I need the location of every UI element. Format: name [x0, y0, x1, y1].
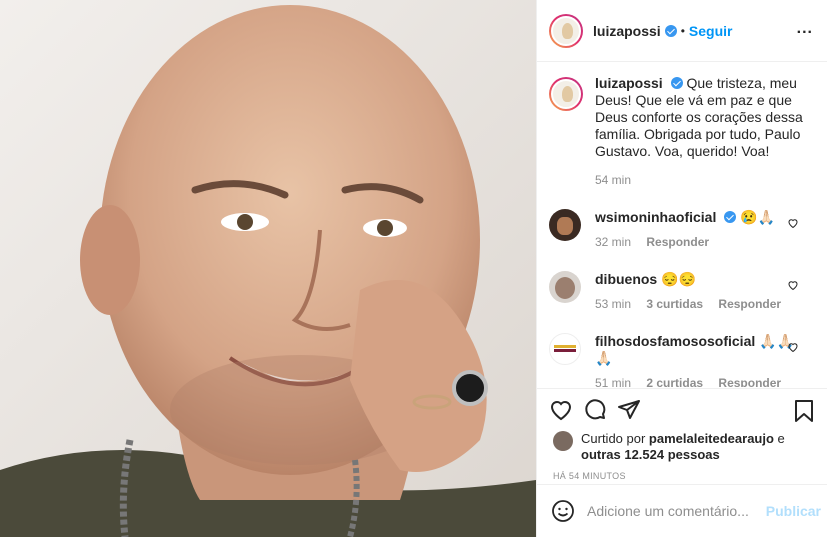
- bookmark-icon[interactable]: [793, 399, 815, 423]
- liker-avatar[interactable]: [553, 431, 573, 451]
- add-comment-bar: Publicar: [537, 484, 827, 536]
- post-timestamp[interactable]: HÁ 54 MINUTOS: [537, 471, 827, 481]
- comments-section[interactable]: luizapossi Que tristeza, meu Deus! Que e…: [537, 63, 827, 387]
- emoji-icon[interactable]: [551, 499, 575, 523]
- portrait-image: [0, 0, 536, 537]
- comment-time[interactable]: 32 min: [595, 235, 631, 249]
- separator-dot: •: [680, 23, 685, 38]
- commenter-username[interactable]: wsimoninhaoficial: [595, 209, 716, 225]
- comment-item: filhosdosfamososoficial 🙏🏻🙏🏻🙏🏻 51 min 2 …: [549, 333, 815, 387]
- like-comment-heart-icon[interactable]: [787, 279, 799, 291]
- comment-likes[interactable]: 3 curtidas: [646, 297, 703, 311]
- follow-button[interactable]: Seguir: [689, 23, 733, 39]
- instagram-post: luizapossi • Seguir ... luizapossi Que t…: [0, 0, 827, 537]
- likes-mid: e: [773, 431, 785, 446]
- verified-icon: [670, 77, 683, 89]
- caption-avatar[interactable]: [549, 77, 583, 111]
- verified-icon: [724, 211, 737, 223]
- reply-button[interactable]: Responder: [718, 297, 781, 311]
- post-header: luizapossi • Seguir ...: [537, 0, 827, 62]
- verified-icon: [664, 24, 677, 37]
- publish-button[interactable]: Publicar: [766, 503, 821, 519]
- commenter-avatar[interactable]: [549, 271, 581, 303]
- post-actions: Curtido por pamelaleitedearaujo e outras…: [537, 388, 827, 536]
- heart-icon[interactable]: [549, 398, 573, 422]
- likes-others[interactable]: outras 12.524 pessoas: [581, 447, 720, 462]
- comment-item: dibuenos 😔😔 53 min 3 curtidas Responder: [549, 271, 815, 313]
- commenter-username[interactable]: dibuenos: [595, 271, 657, 287]
- comment-time[interactable]: 51 min: [595, 376, 631, 387]
- comment-icon[interactable]: [583, 398, 607, 422]
- share-icon[interactable]: [617, 398, 641, 422]
- caption-username[interactable]: luizapossi: [595, 75, 663, 91]
- commenter-username[interactable]: filhosdosfamososoficial: [595, 333, 755, 349]
- liker-username[interactable]: pamelaleitedearaujo: [649, 431, 774, 446]
- author-avatar[interactable]: [549, 13, 583, 48]
- author-username[interactable]: luizapossi: [593, 23, 661, 39]
- action-bar: [537, 389, 827, 431]
- comment-text: 😔😔: [661, 271, 696, 287]
- reply-button[interactable]: Responder: [718, 376, 781, 387]
- comment-likes[interactable]: 2 curtidas: [646, 376, 703, 387]
- like-comment-heart-icon[interactable]: [787, 341, 799, 353]
- comment-item: wsimoninhaoficial 😢🙏🏻 32 min Responder: [549, 209, 815, 251]
- caption: luizapossi Que tristeza, meu Deus! Que e…: [549, 75, 815, 189]
- post-photo[interactable]: [0, 0, 536, 537]
- comment-time[interactable]: 53 min: [595, 297, 631, 311]
- commenter-avatar[interactable]: [549, 209, 581, 241]
- reply-button[interactable]: Responder: [646, 235, 709, 249]
- commenter-avatar[interactable]: [549, 333, 581, 365]
- likes-summary: Curtido por pamelaleitedearaujo e outras…: [537, 431, 827, 463]
- likes-prefix: Curtido por: [581, 431, 649, 446]
- caption-time[interactable]: 54 min: [595, 172, 815, 189]
- more-options-icon[interactable]: ...: [797, 21, 813, 37]
- like-comment-heart-icon[interactable]: [787, 217, 799, 229]
- post-panel: luizapossi • Seguir ... luizapossi Que t…: [536, 0, 827, 537]
- comment-input[interactable]: [587, 502, 767, 519]
- comment-text: 😢🙏🏻: [740, 209, 776, 225]
